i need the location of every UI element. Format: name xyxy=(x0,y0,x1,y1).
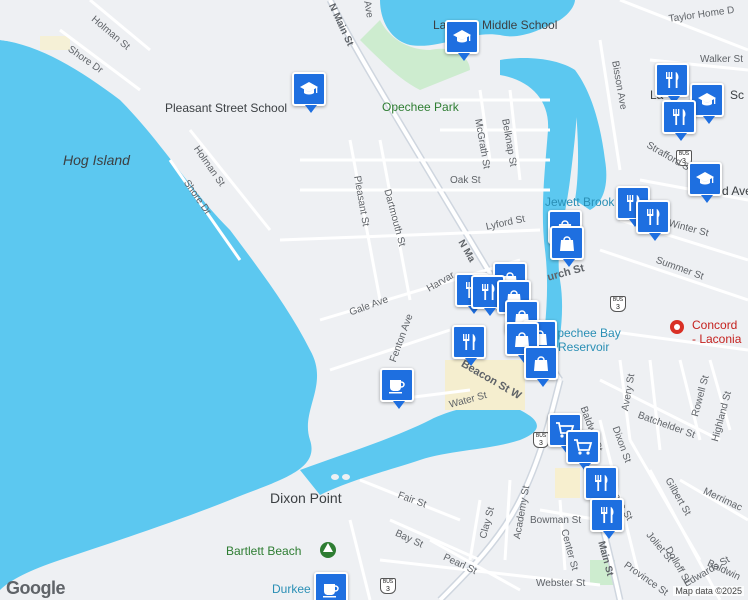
restaurant-marker[interactable] xyxy=(655,63,689,104)
grocery-marker[interactable] xyxy=(566,430,600,471)
restaurant-marker[interactable] xyxy=(590,498,624,539)
shopping-cart-icon xyxy=(574,439,593,455)
fork-knife-icon xyxy=(666,72,679,88)
restaurant-marker[interactable] xyxy=(584,466,618,507)
school-icon xyxy=(300,82,318,95)
map-attribution[interactable]: Map data ©2025 xyxy=(673,586,744,596)
route-3-shield: BUS 3 xyxy=(380,578,396,594)
school-icon xyxy=(698,93,716,106)
coffee-cup-icon xyxy=(389,380,405,394)
fork-knife-icon xyxy=(463,334,476,350)
school-marker[interactable] xyxy=(688,162,722,203)
cafe-marker[interactable] xyxy=(314,572,348,600)
school-icon xyxy=(696,172,714,185)
restaurant-marker[interactable] xyxy=(636,200,670,241)
shopping-marker[interactable] xyxy=(550,226,584,267)
google-logo: Google xyxy=(6,578,66,598)
school-marker[interactable] xyxy=(445,20,479,61)
cluster-marker[interactable] xyxy=(452,325,486,366)
fork-knife-icon xyxy=(647,209,660,225)
cafe-marker[interactable] xyxy=(380,368,414,409)
shopping-bag-icon xyxy=(534,356,548,371)
route-3-shield: BUS 3 xyxy=(610,296,626,312)
fork-knife-icon xyxy=(673,109,686,125)
route-3-shield: BUS 3 xyxy=(533,432,549,448)
restaurant-marker[interactable] xyxy=(662,100,696,141)
cluster-marker[interactable] xyxy=(524,346,558,387)
coffee-cup-icon xyxy=(323,584,339,598)
fork-knife-icon xyxy=(601,507,614,523)
map-base-layer xyxy=(0,0,748,600)
fork-knife-icon xyxy=(482,284,495,300)
school-marker[interactable] xyxy=(292,72,326,113)
shopping-bag-icon xyxy=(560,236,574,251)
school-icon xyxy=(453,30,471,43)
map-canvas[interactable]: BUS 3 BUS 3 BUS 3 BUS 3 Hog Island Dixon Poi… xyxy=(0,0,748,600)
fork-knife-icon xyxy=(595,475,608,491)
